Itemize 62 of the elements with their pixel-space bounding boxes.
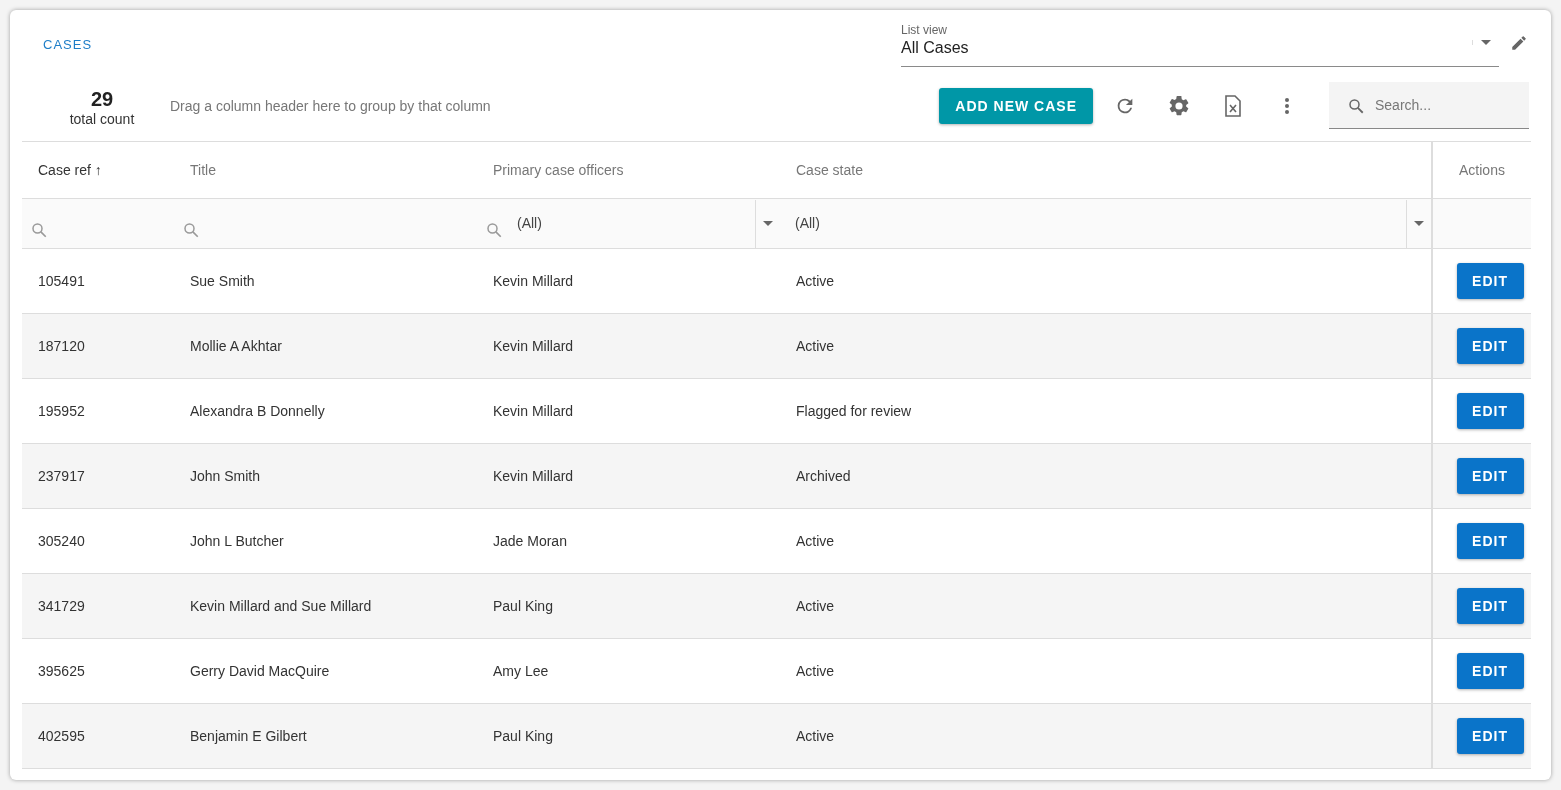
table-cell: Alexandra B Donnelly	[190, 403, 325, 419]
column-header[interactable]: Title	[190, 162, 216, 178]
search-icon[interactable]	[182, 220, 200, 239]
count-label: total count	[69, 111, 135, 127]
table-cell: 105491	[38, 273, 85, 289]
table-cell: Paul King	[493, 598, 553, 614]
table-cell: Sue Smith	[190, 273, 255, 289]
edit-button[interactable]: EDIT	[1456, 718, 1524, 754]
table-cell: Benjamin E Gilbert	[190, 728, 307, 744]
list-view-select[interactable]: List view All Cases	[901, 19, 1499, 67]
caret-icon	[763, 221, 773, 226]
table-cell: Kevin Millard	[493, 468, 574, 484]
column-header[interactable]: Case ref ↑	[38, 162, 102, 178]
search-field[interactable]: Search...	[1329, 82, 1529, 129]
table-cell: 395625	[38, 663, 85, 679]
table-cell: 305240	[38, 533, 85, 549]
filter-select[interactable]: (All)	[485, 199, 780, 248]
search-icon	[1347, 97, 1365, 115]
table-cell: John L Butcher	[190, 533, 284, 549]
table-cell: Kevin Millard	[493, 273, 574, 289]
edit-button[interactable]: EDIT	[1456, 653, 1524, 689]
edit-button[interactable]: EDIT	[1456, 393, 1524, 429]
total-count: 29	[90, 88, 114, 111]
table-cell: Paul King	[493, 728, 553, 744]
settings-icon[interactable]	[1167, 93, 1191, 118]
table-cell: 402595	[38, 728, 85, 744]
table-cell: Kevin Millard	[493, 403, 574, 419]
table-cell: Active	[796, 663, 835, 679]
filter-select[interactable]: (All)	[788, 199, 1431, 248]
add-new-case-button[interactable]: ADD NEW CASE	[939, 87, 1093, 124]
column-header[interactable]: Case state	[796, 162, 863, 178]
edit-button[interactable]: EDIT	[1456, 328, 1524, 364]
table-cell: Kevin Millard and Sue Millard	[190, 598, 372, 614]
column-header[interactable]: Primary case officers	[493, 162, 624, 178]
table-cell: Active	[796, 533, 835, 549]
table-cell: Mollie A Akhtar	[190, 338, 282, 354]
caret-icon	[1414, 221, 1424, 226]
table-cell: Flagged for review	[796, 403, 912, 419]
table-cell: Active	[796, 598, 835, 614]
edit-button[interactable]: EDIT	[1456, 588, 1524, 624]
table-cell: Gerry David MacQuire	[190, 663, 330, 679]
table-cell: Active	[796, 338, 835, 354]
table-cell: Jade Moran	[493, 533, 567, 549]
table-cell: 237917	[38, 468, 85, 484]
caret-icon	[1472, 40, 1491, 45]
table-cell: Active	[796, 728, 835, 744]
table-cell: Kevin Millard	[493, 338, 574, 354]
edit-button[interactable]: EDIT	[1456, 458, 1524, 494]
table-cell: Active	[796, 273, 835, 289]
table-cell: Archived	[796, 468, 851, 484]
table-cell: 341729	[38, 598, 85, 614]
search-icon	[485, 220, 503, 239]
table-cell: John Smith	[190, 468, 261, 484]
search-icon[interactable]	[30, 220, 48, 239]
group-hint: Drag a column header here to group by that column	[170, 97, 491, 114]
edit-button[interactable]: EDIT	[1456, 523, 1524, 559]
page-title: CASES	[43, 37, 93, 52]
table-cell: 195952	[38, 403, 85, 419]
table-cell: Amy Lee	[493, 663, 549, 679]
table-cell: 187120	[38, 338, 85, 354]
edit-button[interactable]: EDIT	[1456, 263, 1524, 299]
column-header[interactable]: Actions	[1459, 162, 1505, 178]
